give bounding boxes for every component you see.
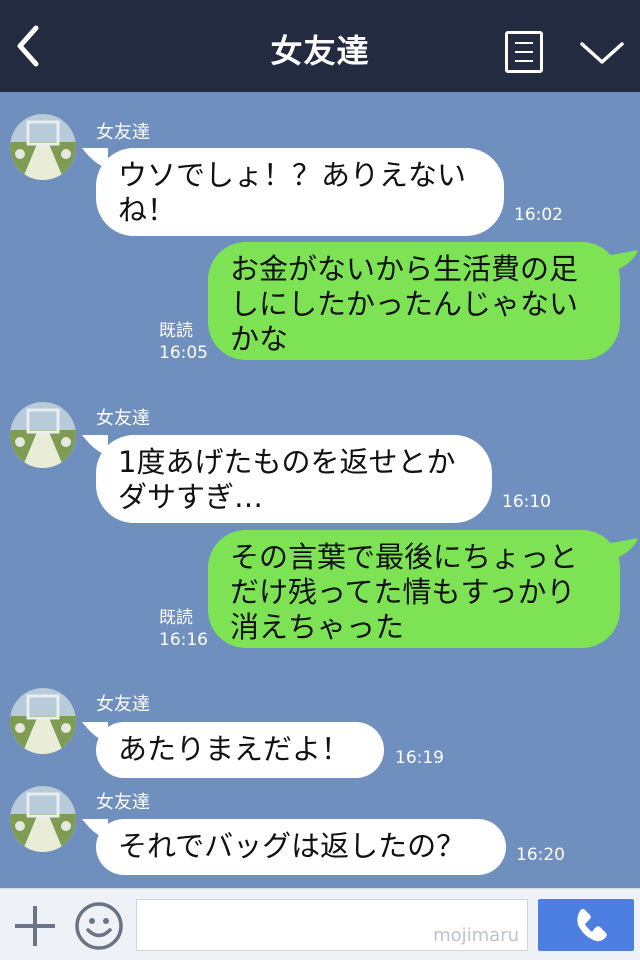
smiley-icon xyxy=(75,902,123,950)
chevron-down-icon xyxy=(580,42,624,64)
message-time: 16:10 xyxy=(502,492,551,512)
message-bubble[interactable]: その言葉で最後にちょっと だけ残ってた情もすっかり 消えちゃった xyxy=(208,530,620,648)
watermark: mojimaru xyxy=(433,925,519,946)
message-time: 16:02 xyxy=(514,205,563,225)
phone-icon xyxy=(577,908,607,942)
chat-title: 女友達 xyxy=(270,32,370,70)
friend-avatar[interactable] xyxy=(10,402,76,468)
friend-avatar[interactable] xyxy=(10,688,76,754)
add-attachment-button[interactable] xyxy=(12,903,58,949)
collapse-button[interactable] xyxy=(576,34,628,70)
message-bubble[interactable]: お金がないから生活費の足 しにしたかったんじゃない かな xyxy=(208,242,620,360)
message-bubble[interactable]: それでバッグは返したの？ xyxy=(96,819,506,875)
message-time: 16:16 xyxy=(159,630,208,650)
emoji-button[interactable] xyxy=(74,901,124,951)
message-bubble[interactable]: ウソでしょ！？ありえない ね！ xyxy=(96,148,504,236)
message-input[interactable]: mojimaru xyxy=(136,899,528,951)
sender-name: 女友達 xyxy=(96,122,150,143)
read-status: 既読 xyxy=(159,321,193,341)
chevron-left-icon xyxy=(17,25,39,67)
message-time: 16:05 xyxy=(159,343,208,363)
friend-avatar[interactable] xyxy=(10,786,76,852)
call-button[interactable] xyxy=(538,899,634,951)
message-bubble[interactable]: 1度あげたものを返せとか ダサすぎ… xyxy=(96,435,492,523)
note-menu-button[interactable] xyxy=(505,31,543,73)
input-bar: mojimaru xyxy=(0,888,640,960)
friend-avatar[interactable] xyxy=(10,114,76,180)
message-time: 16:19 xyxy=(395,748,444,768)
read-receipt: 既読 16:05 xyxy=(159,320,208,364)
back-button[interactable] xyxy=(8,22,52,70)
read-status: 既読 xyxy=(159,608,193,628)
chat-header: 女友達 xyxy=(0,0,640,92)
sender-name: 女友達 xyxy=(96,408,150,429)
read-receipt: 既読 16:16 xyxy=(159,607,208,651)
message-time: 16:20 xyxy=(516,845,565,865)
plus-icon xyxy=(15,906,55,946)
sender-name: 女友達 xyxy=(96,694,150,715)
sender-name: 女友達 xyxy=(96,792,150,813)
message-list[interactable]: 女友達 ウソでしょ！？ありえない ね！ 16:02 既読 16:05 お金がない… xyxy=(0,92,640,888)
message-bubble[interactable]: あたりまえだよ！ xyxy=(96,722,384,778)
